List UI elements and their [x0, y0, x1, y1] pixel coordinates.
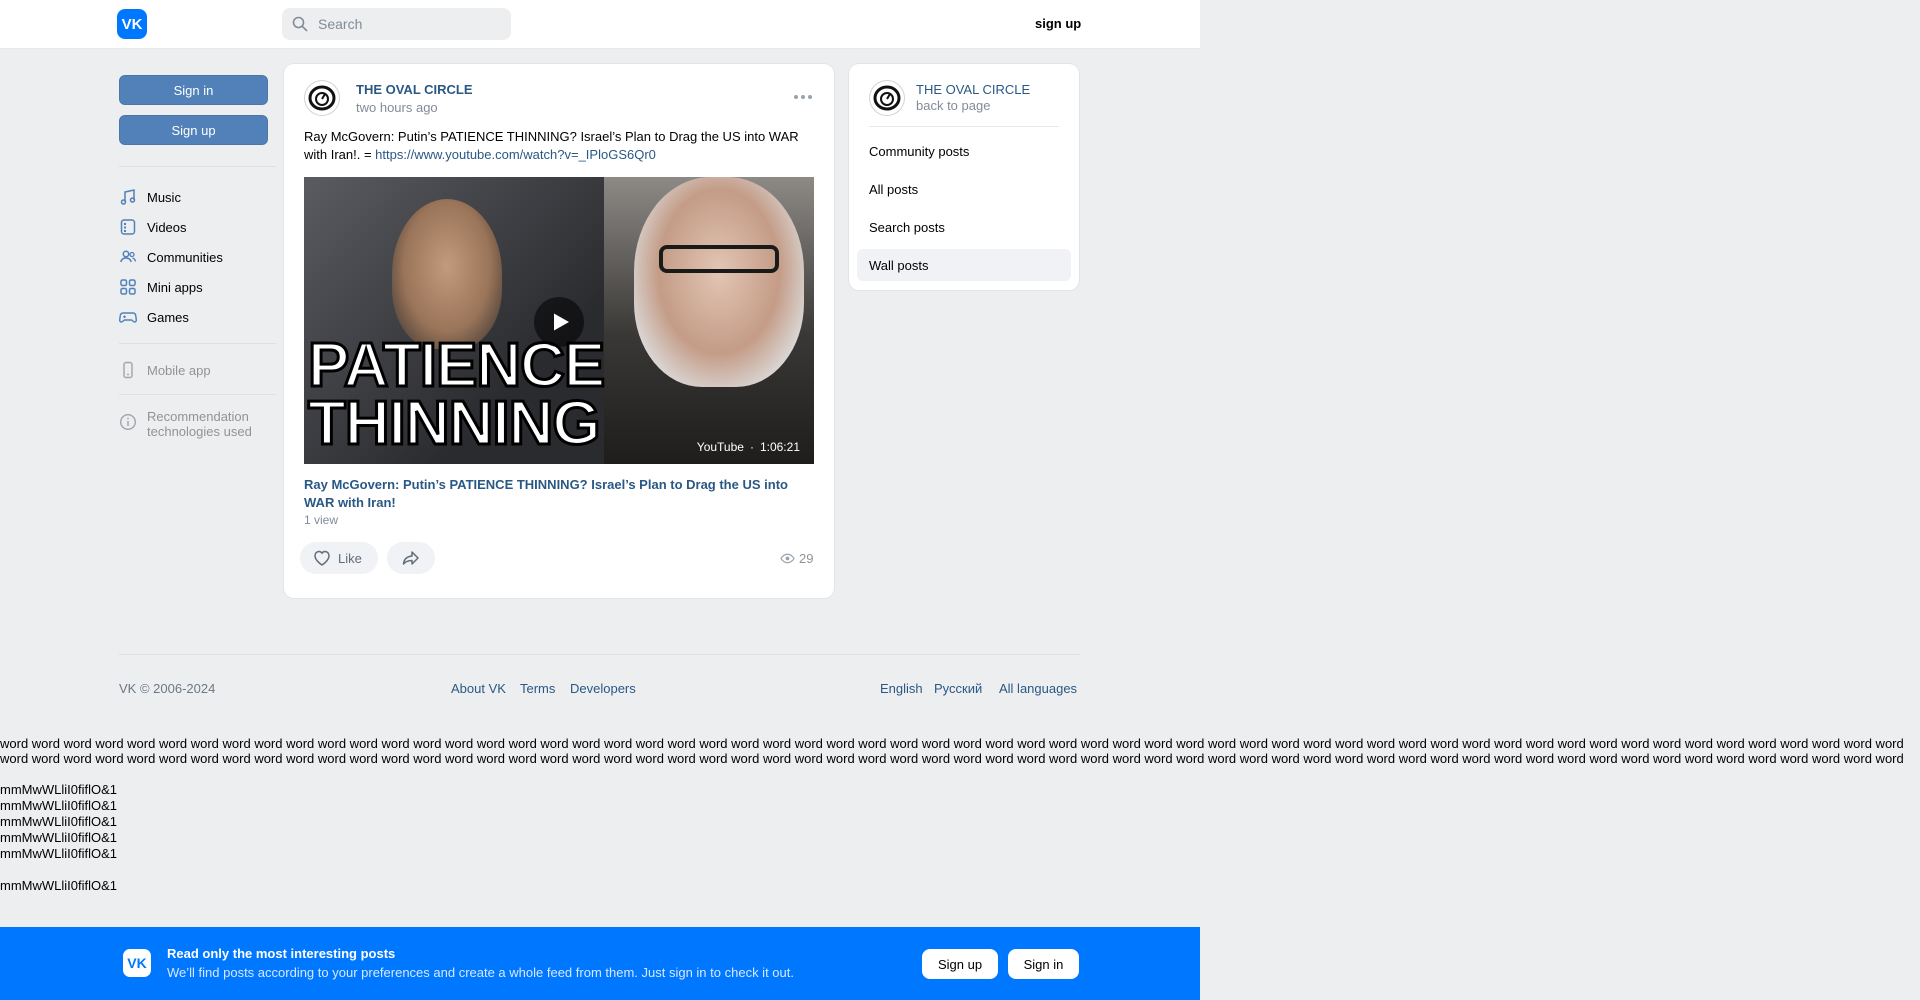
test-glyph-line: mmMwWLliI0fiflO&1 [0, 878, 118, 893]
sidebar-item-label: Mini apps [147, 279, 203, 295]
heart-icon [314, 550, 330, 566]
banner-vk-logo: VK [123, 949, 151, 977]
post-youtube-link[interactable]: https://www.youtube.com/watch?v=_IPloGS6… [375, 147, 656, 162]
panel-community-avatar[interactable] [869, 80, 905, 116]
nav-community-posts[interactable]: Community posts [857, 135, 1071, 167]
video-thumbnail[interactable]: PATIENCE THINNING YouTube · 1:06:21 [304, 177, 814, 464]
sidebar-item-communities[interactable]: Communities [119, 247, 223, 267]
footer-lang-english[interactable]: English [880, 681, 923, 696]
banner-subtitle: We’ll find posts according to your prefe… [167, 965, 794, 980]
vk-logo[interactable]: VK [117, 9, 147, 39]
sidebar-item-music[interactable]: Music [119, 187, 181, 207]
test-glyph-line: mmMwWLliI0fiflO&1 [0, 846, 118, 861]
thumbnail-caption-line: PATIENCE [307, 331, 607, 400]
thumbnail-person-left [392, 199, 502, 349]
test-glyph-line: mmMwWLliI0fiflO&1 [0, 830, 118, 845]
test-word-lines: word word word word word word word word … [0, 736, 1920, 766]
test-glyph-line: mmMwWLliI0fiflO&1 [0, 782, 118, 797]
sidebar-divider [119, 343, 276, 344]
video-meta: YouTube · 1:06:21 [697, 440, 800, 454]
sidebar-item-videos[interactable]: Videos [119, 217, 187, 237]
nav-search-posts[interactable]: Search posts [857, 211, 1071, 243]
apps-icon [120, 279, 136, 295]
signup-promo-banner: VK Read only the most interesting posts … [0, 927, 1200, 1000]
sidebar-item-label: Videos [147, 219, 187, 235]
search-box[interactable] [282, 8, 511, 40]
post-author-link[interactable]: THE OVAL CIRCLE [356, 82, 473, 97]
test-word-line: word word word word word word word word … [0, 736, 1904, 751]
sidebar-item-label: Music [147, 189, 181, 205]
video-views: 1 view [304, 513, 339, 527]
thumbnail-caption: PATIENCE THINNING [307, 331, 638, 458]
sign-up-button[interactable]: Sign up [119, 115, 268, 145]
play-button[interactable] [534, 297, 584, 347]
more-options-icon[interactable] [793, 92, 813, 102]
eye-icon [780, 553, 795, 564]
nav-wall-posts[interactable]: Wall posts [857, 249, 1071, 281]
footer-developers-link[interactable]: Developers [570, 681, 636, 696]
test-glyph-line: mmMwWLliI0fiflO&1 [0, 814, 118, 829]
video-meta-separator: · [749, 440, 754, 454]
search-icon [292, 16, 308, 32]
community-avatar[interactable] [304, 80, 340, 116]
sidebar-item-mobile-app[interactable]: Mobile app [119, 360, 211, 380]
video-icon [120, 219, 136, 235]
footer-lang-russian[interactable]: Русский [934, 681, 982, 696]
footer-divider [119, 654, 1080, 655]
footer-all-languages[interactable]: All languages [999, 681, 1077, 696]
sidebar-item-label: Games [147, 309, 189, 325]
test-glyph-line: mmMwWLliI0fiflO&1 [0, 798, 118, 813]
banner-title: Read only the most interesting posts [167, 946, 396, 961]
post-text: Ray McGovern: Putin’s PATIENCE THINNING?… [304, 128, 814, 164]
footer-about-link[interactable]: About VK [451, 681, 506, 696]
post-views: 29 [780, 551, 813, 566]
oval-circle-logo [308, 85, 336, 111]
recommendation-info[interactable]: Recommendation technologies used [119, 409, 267, 439]
thumbnail-caption-line: THINNING [307, 389, 603, 458]
top-header: VK sign up [0, 0, 1200, 49]
music-icon [120, 189, 136, 205]
footer-terms-link[interactable]: Terms [520, 681, 555, 696]
sidebar-item-games[interactable]: Games [119, 307, 189, 327]
share-button[interactable] [387, 542, 435, 574]
sidebar-divider [119, 394, 276, 395]
video-title-link[interactable]: Ray McGovern: Putin’s PATIENCE THINNING?… [304, 476, 814, 512]
recommendation-label: Recommendation technologies used [147, 409, 252, 439]
footer-copyright: VK © 2006-2024 [119, 681, 216, 696]
like-button[interactable]: Like [300, 542, 378, 574]
sidebar-divider [119, 166, 276, 167]
banner-sign-in-button[interactable]: Sign in [1008, 949, 1079, 979]
communities-icon [120, 250, 137, 263]
sidebar-item-mini-apps[interactable]: Mini apps [119, 277, 203, 297]
post-timestamp[interactable]: two hours ago [356, 100, 438, 115]
oval-circle-logo [873, 85, 901, 111]
test-glyph-lines: mmMwWLliI0fiflO&1 mmMwWLliI0fiflO&1 mmMw… [0, 782, 117, 894]
panel-divider [869, 126, 1059, 127]
sidebar-item-label: Communities [147, 249, 223, 265]
gamepad-icon [119, 312, 137, 323]
header-signup-link[interactable]: sign up [1035, 16, 1081, 31]
info-icon [119, 413, 137, 431]
test-word-line: word word word word word word word word … [0, 751, 1904, 766]
thumbnail-glasses [659, 245, 779, 273]
banner-sign-up-button[interactable]: Sign up [922, 949, 998, 979]
sidebar-item-label: Mobile app [147, 362, 211, 378]
nav-all-posts[interactable]: All posts [857, 173, 1071, 205]
share-icon [402, 551, 419, 565]
phone-icon [123, 361, 133, 379]
back-to-page-link[interactable]: back to page [916, 98, 990, 113]
video-source: YouTube [696, 440, 744, 454]
view-count: 29 [799, 551, 814, 566]
sign-in-button[interactable]: Sign in [119, 75, 268, 105]
search-input[interactable] [316, 15, 510, 33]
community-nav-panel: THE OVAL CIRCLE back to page Community p… [849, 64, 1079, 290]
thumbnail-person-right [634, 177, 804, 387]
play-icon [554, 313, 569, 331]
wall-post: THE OVAL CIRCLE two hours ago Ray McGove… [284, 64, 834, 598]
like-label: Like [338, 550, 362, 566]
panel-community-name[interactable]: THE OVAL CIRCLE [916, 82, 1030, 97]
video-duration: 1:06:21 [759, 440, 800, 454]
test-glyph-gap [0, 862, 117, 878]
